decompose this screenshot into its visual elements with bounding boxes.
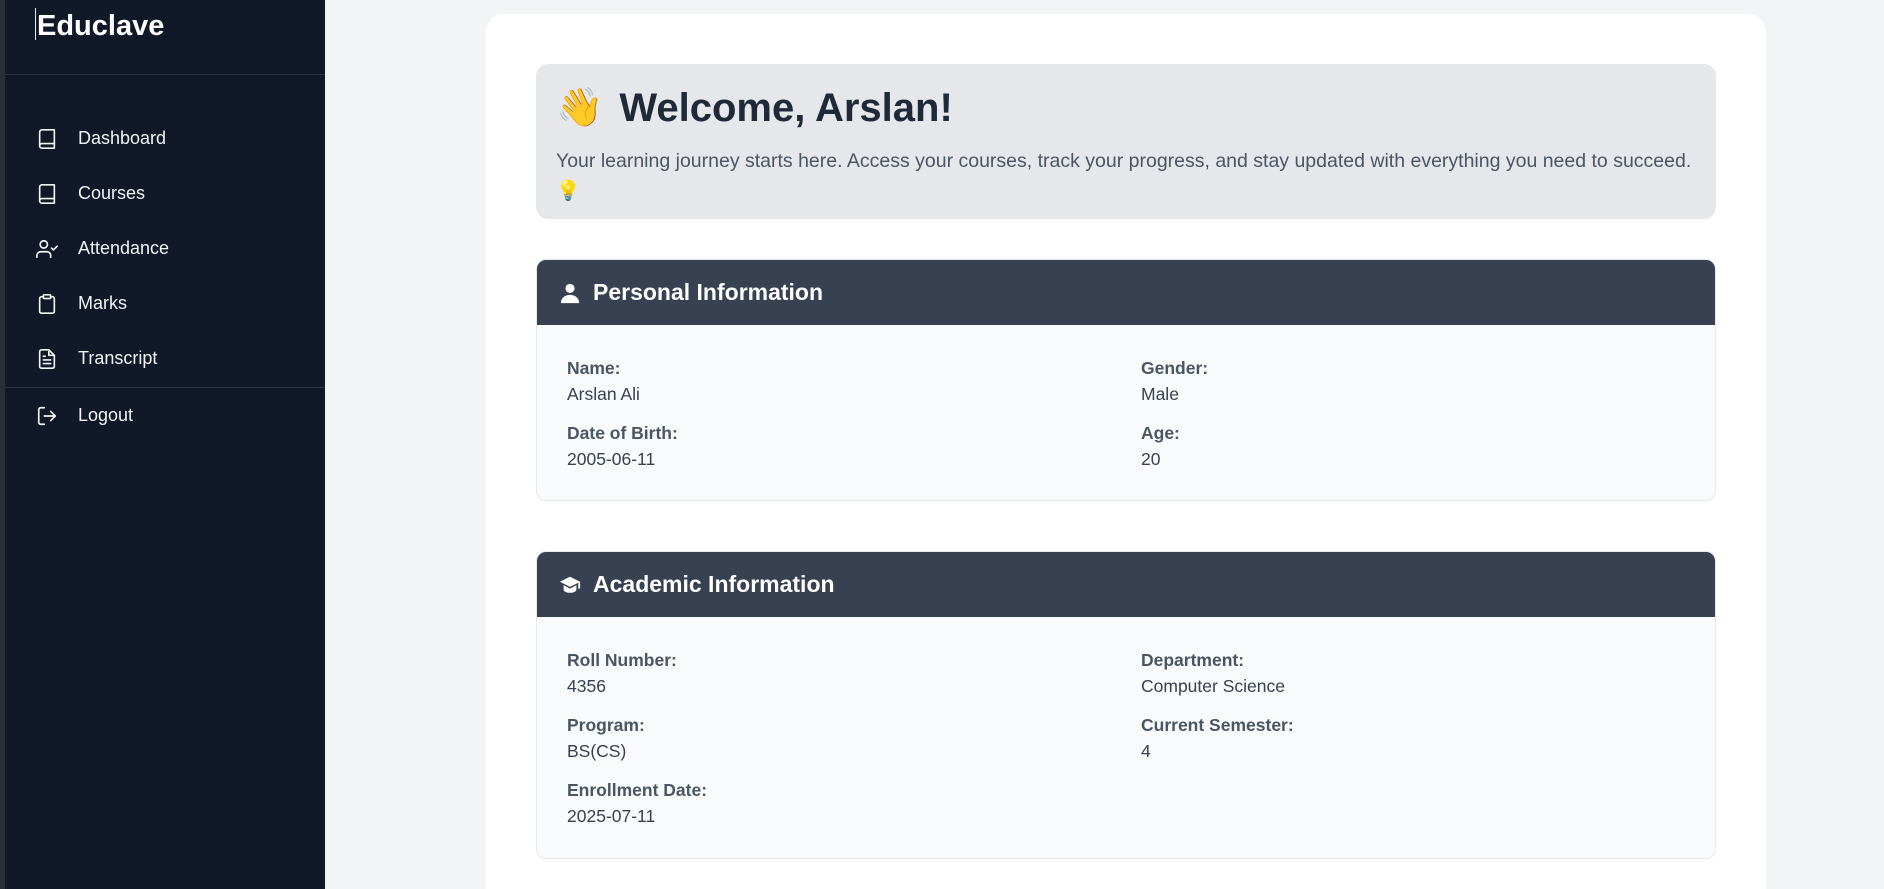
welcome-title: Welcome, Arslan! — [619, 85, 953, 130]
sidebar-item-label: Attendance — [78, 238, 170, 258]
welcome-banner: 👋 Welcome, Arslan! Your learning journey… — [536, 64, 1716, 219]
info-field-age: Age: 20 — [1141, 423, 1180, 470]
section-header: Academic Information — [537, 552, 1715, 617]
user-check-icon — [36, 238, 58, 260]
logout-label: Logout — [78, 405, 134, 425]
personal-information-section: Personal Information Name: Arslan Ali Ge… — [536, 259, 1716, 501]
field-value: 2005-06-11 — [567, 449, 656, 469]
info-field-name: Name: Arslan Ali — [567, 358, 640, 405]
field-label: Department: — [1141, 650, 1245, 670]
book-icon — [36, 183, 58, 205]
light-bulb-icon: 💡 — [556, 180, 581, 202]
sidebar-item-dashboard[interactable]: Dashboard — [5, 111, 325, 166]
graduation-cap-icon — [557, 572, 583, 598]
field-value: 4356 — [567, 676, 606, 696]
sidebar-nav: Dashboard Courses Attendance Marks Trans… — [5, 75, 325, 443]
field-label: Gender: — [1141, 358, 1209, 378]
sidebar-item-label: Transcript — [78, 348, 158, 368]
field-label: Name: — [567, 358, 621, 378]
section-header: Personal Information — [537, 260, 1715, 325]
field-value: Computer Science — [1141, 676, 1285, 696]
field-value: 2025-07-11 — [567, 806, 656, 826]
field-value: BS(CS) — [567, 741, 627, 761]
section-title: Academic Information — [593, 571, 835, 597]
brand-name: Educlave — [37, 10, 165, 42]
field-label: Date of Birth: — [567, 423, 678, 443]
field-label: Current Semester: — [1141, 715, 1294, 735]
sidebar-item-attendance[interactable]: Attendance — [5, 221, 325, 276]
info-field-enrollment-date: Enrollment Date: 2025-07-11 — [567, 780, 707, 827]
sidebar-item-marks[interactable]: Marks — [5, 276, 325, 331]
logout-icon — [36, 405, 58, 427]
sidebar-item-label: Marks — [78, 293, 127, 313]
info-field-current-semester: Current Semester: 4 — [1141, 715, 1294, 762]
clipboard-icon — [36, 293, 58, 315]
field-label: Age: — [1141, 423, 1180, 443]
section-title: Personal Information — [593, 279, 824, 305]
main-card: 👋 Welcome, Arslan! Your learning journey… — [486, 14, 1766, 889]
book-icon — [36, 128, 58, 150]
field-value: Arslan Ali — [567, 384, 640, 404]
sidebar-item-transcript[interactable]: Transcript — [5, 331, 325, 386]
info-field-program: Program: BS(CS) — [567, 715, 645, 762]
sidebar-item-label: Courses — [78, 183, 146, 203]
sidebar-item-courses[interactable]: Courses — [5, 166, 325, 221]
logout-button[interactable]: Logout — [5, 388, 325, 443]
field-label: Roll Number: — [567, 650, 677, 670]
field-value: 4 — [1141, 741, 1151, 761]
field-value: Male — [1141, 384, 1179, 404]
user-icon — [557, 280, 583, 306]
welcome-heading: 👋 Welcome, Arslan! — [556, 84, 1696, 132]
welcome-message: Your learning journey starts here. Acces… — [556, 150, 1692, 172]
waving-hand-icon: 👋 — [556, 87, 604, 129]
info-field-roll-number: Roll Number: 4356 — [567, 650, 677, 697]
field-value: 20 — [1141, 449, 1161, 469]
text-cursor — [35, 8, 36, 40]
file-text-icon — [36, 348, 58, 370]
brand-logo[interactable]: Educlave — [5, 0, 325, 75]
welcome-text: Your learning journey starts here. Acces… — [556, 146, 1696, 206]
sidebar: Educlave Dashboard Courses Attendance Ma… — [5, 0, 325, 889]
field-label: Program: — [567, 715, 645, 735]
info-field-date-of-birth: Date of Birth: 2005-06-11 — [567, 423, 678, 470]
field-label: Enrollment Date: — [567, 780, 708, 800]
info-field-department: Department: Computer Science — [1141, 650, 1285, 697]
sidebar-item-label: Dashboard — [78, 128, 167, 148]
academic-information-section: Academic Information Roll Number: 4356 D… — [536, 551, 1716, 859]
info-field-gender: Gender: Male — [1141, 358, 1208, 405]
